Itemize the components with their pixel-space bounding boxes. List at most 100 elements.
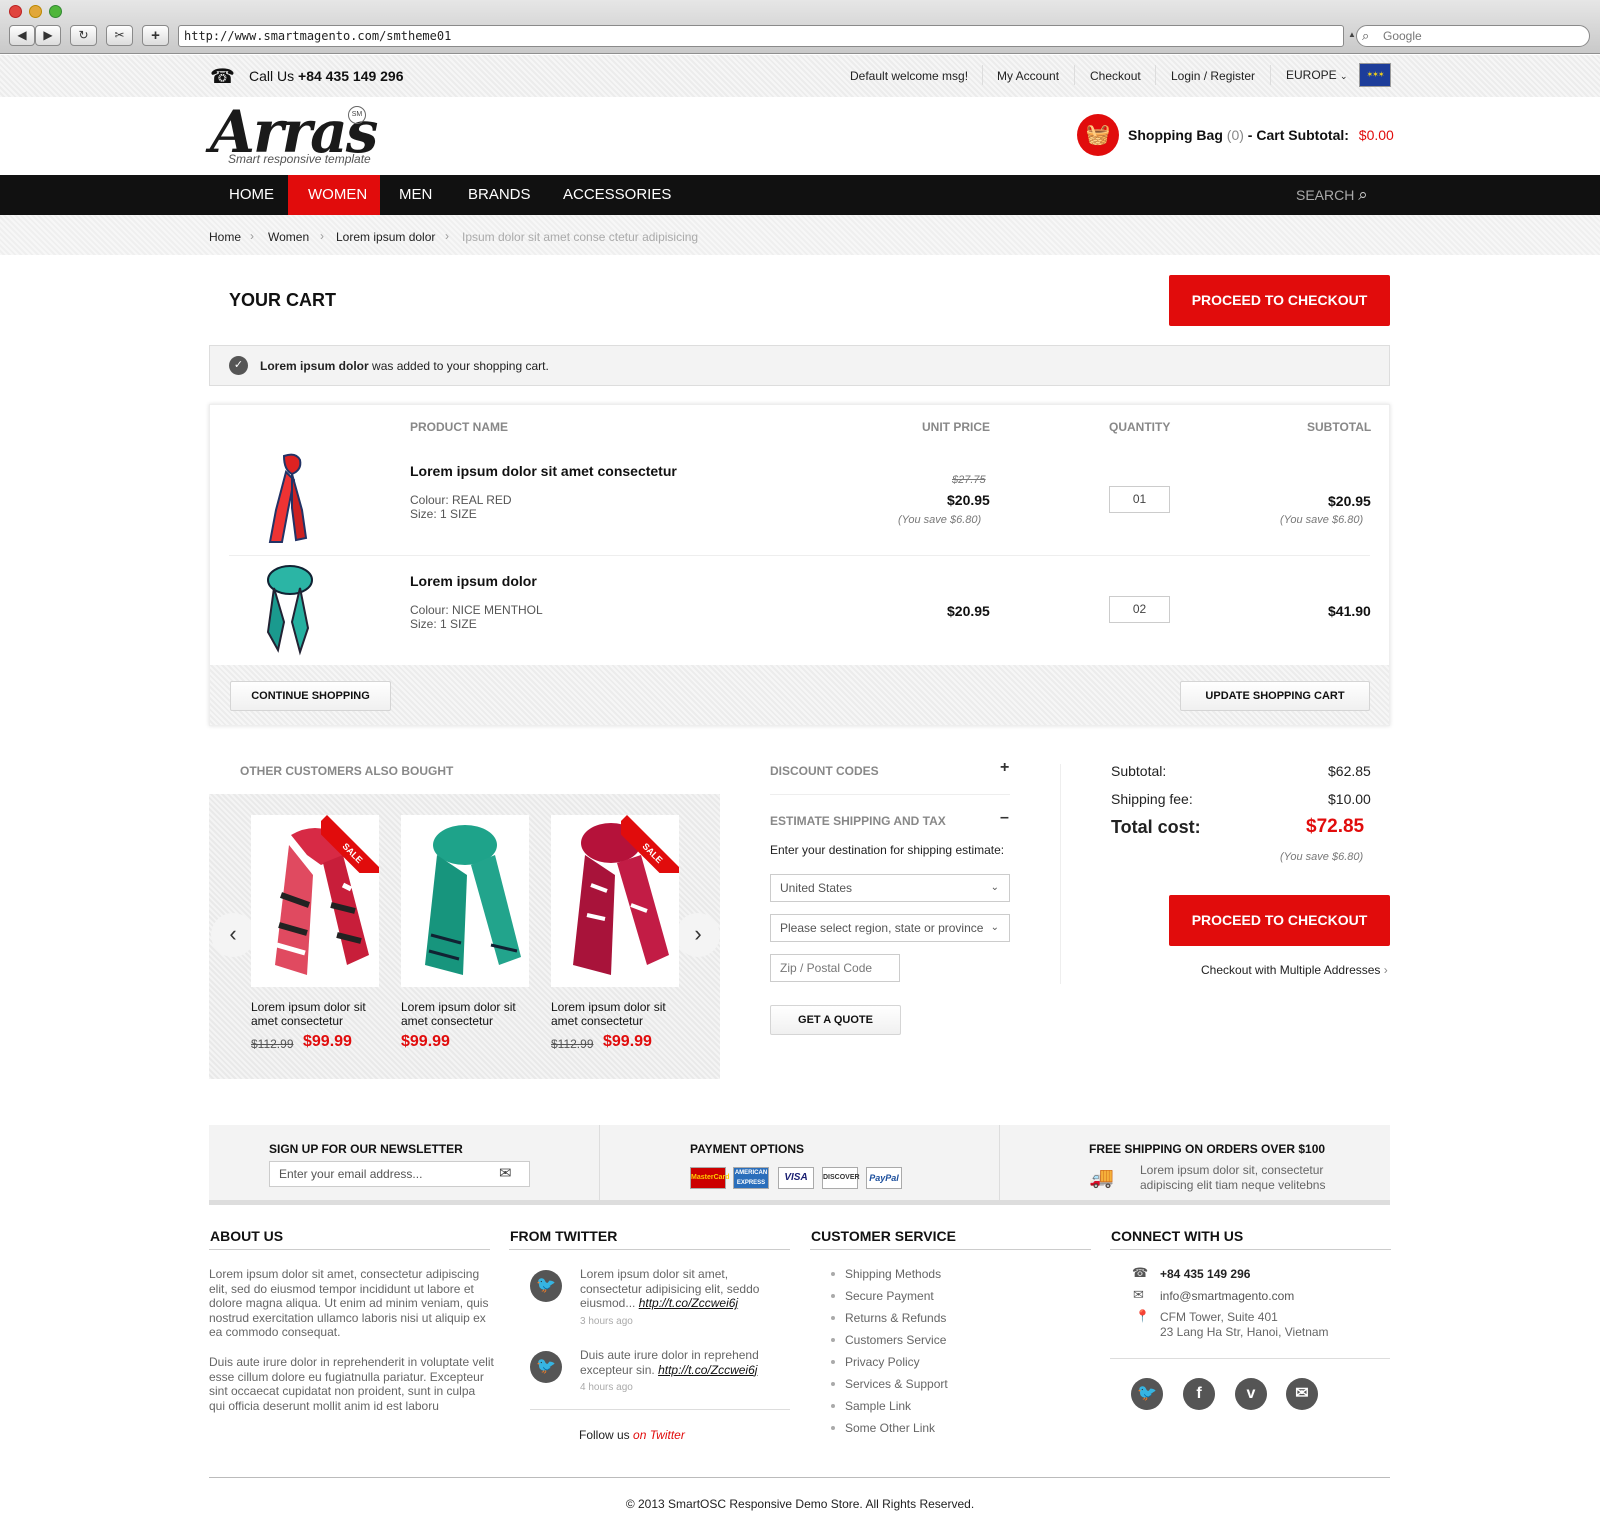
facebook-icon[interactable]: f <box>1183 1378 1215 1410</box>
about-title: ABOUT US <box>210 1228 284 1244</box>
reload-button[interactable]: ↻ <box>70 25 97 46</box>
forward-button[interactable]: ▶ <box>35 25 61 46</box>
newsletter-email-input[interactable]: Enter your email address... <box>269 1161 530 1187</box>
bullet <box>831 1404 835 1408</box>
twitter-icon[interactable]: 🐦 <box>1131 1378 1163 1410</box>
minus-icon[interactable]: – <box>1000 809 1009 827</box>
estimate-shipping-title[interactable]: ESTIMATE SHIPPING AND TAX <box>770 814 946 828</box>
minimize-window-button[interactable] <box>29 5 42 18</box>
proceed-to-checkout-button-bottom[interactable]: PROCEED TO CHECKOUT <box>1169 895 1390 946</box>
product-colour: Colour: NICE MENTHOL <box>410 603 543 617</box>
related-old-price: $112.99 <box>551 1037 594 1051</box>
cs-link-shipping[interactable]: Shipping Methods <box>845 1267 941 1281</box>
unit-price: $20.95 <box>947 603 990 619</box>
connect-email[interactable]: info@smartmagento.com <box>1160 1289 1294 1303</box>
cs-link-other[interactable]: Some Other Link <box>845 1421 935 1435</box>
eu-flag-icon[interactable]: ✶✶✶ <box>1359 63 1391 87</box>
divider <box>530 1409 790 1410</box>
discover-icon: DISCOVER <box>822 1167 860 1189</box>
row-divider <box>229 555 1370 556</box>
proceed-to-checkout-button[interactable]: PROCEED TO CHECKOUT <box>1169 275 1390 326</box>
region-select[interactable]: Please select region, state or province ⌄ <box>770 914 1010 942</box>
mail-icon[interactable]: ✉ <box>1286 1378 1318 1410</box>
product-name[interactable]: Lorem ipsum dolor <box>410 573 537 589</box>
free-shipping-text: Lorem ipsum dolor sit, consectetur adipis… <box>1140 1163 1326 1192</box>
login-register-link[interactable]: Login / Register <box>1171 69 1255 83</box>
zip-input[interactable]: Zip / Postal Code <box>770 954 900 982</box>
breadcrumb-category[interactable]: Lorem ipsum dolor <box>336 230 435 244</box>
related-product-name[interactable]: Lorem ipsum dolor sit amet consectetur <box>401 1000 531 1028</box>
chevron-right-icon: › <box>320 229 324 243</box>
tweet-link[interactable]: http://t.co/Zccwei6j <box>658 1363 757 1377</box>
region-selector[interactable]: EUROPE ⌄ <box>1286 68 1348 82</box>
tweet-time: 4 hours ago <box>580 1382 633 1393</box>
checkout-link[interactable]: Checkout <box>1090 69 1141 83</box>
breadcrumb-home[interactable]: Home <box>209 230 241 244</box>
cs-link-secure-payment[interactable]: Secure Payment <box>845 1289 934 1303</box>
plus-icon[interactable]: + <box>1000 759 1009 777</box>
back-button[interactable]: ◀ <box>9 25 35 46</box>
separator <box>982 65 983 85</box>
sale-ribbon: SALE <box>621 815 679 873</box>
separator <box>1155 65 1156 85</box>
quantity-input[interactable]: 02 <box>1109 596 1170 623</box>
cs-link-sample[interactable]: Sample Link <box>845 1399 911 1413</box>
close-window-button[interactable] <box>9 5 22 18</box>
cs-link-customer-service[interactable]: Customers Service <box>845 1333 946 1347</box>
quantity-input[interactable]: 01 <box>1109 486 1170 513</box>
discount-codes-title[interactable]: DISCOUNT CODES <box>770 764 879 778</box>
product-size: Size: 1 SIZE <box>410 507 477 521</box>
multiple-addresses-link[interactable]: Checkout with Multiple Addresses › <box>1201 963 1388 977</box>
my-account-link[interactable]: My Account <box>997 69 1059 83</box>
address-bar[interactable]: http://www.smartmagento.com/smtheme01 <box>178 25 1344 47</box>
chevron-right-icon: › <box>1383 963 1388 977</box>
divider <box>599 1125 600 1205</box>
free-shipping-title: FREE SHIPPING ON ORDERS OVER $100 <box>1089 1142 1326 1156</box>
breadcrumb-current: Ipsum dolor sit amet conse ctetur adipis… <box>462 230 699 244</box>
separator <box>1074 65 1075 85</box>
cs-link-returns[interactable]: Returns & Refunds <box>845 1311 946 1325</box>
nav-brands[interactable]: BRANDS <box>448 175 551 215</box>
envelope-icon[interactable]: ✉ <box>499 1164 512 1182</box>
related-price: $99.99 <box>401 1033 450 1050</box>
product-image-green-scarf[interactable] <box>260 562 320 656</box>
nav-accessories[interactable]: ACCESSORIES <box>543 175 691 215</box>
tweet-link[interactable]: http://t.co/Zccwei6j <box>639 1296 738 1310</box>
newsletter-title: SIGN UP FOR OUR NEWSLETTER <box>269 1142 463 1156</box>
divider <box>1110 1358 1390 1359</box>
chevron-left-icon[interactable]: ‹ <box>211 913 255 957</box>
product-image-red-scarf[interactable] <box>262 450 318 546</box>
breadcrumb-women[interactable]: Women <box>268 230 309 244</box>
follow-twitter-link[interactable]: on Twitter <box>633 1428 685 1442</box>
check-circle-icon: ✓ <box>229 356 248 375</box>
subtotal-label: Subtotal: <box>1111 763 1167 779</box>
chevron-right-icon[interactable]: › <box>676 913 720 957</box>
unit-save: (You save $6.80) <box>898 514 982 526</box>
mastercard-icon: MasterCard <box>690 1167 730 1189</box>
country-select[interactable]: United States ⌄ <box>770 874 1010 902</box>
continue-shopping-button[interactable]: CONTINUE SHOPPING <box>230 681 391 711</box>
get-a-quote-button[interactable]: GET A QUOTE <box>770 1005 901 1035</box>
vimeo-icon[interactable]: v <box>1235 1378 1267 1410</box>
shopping-basket-icon[interactable]: 🧺 <box>1077 114 1119 156</box>
nav-search[interactable]: SEARCH ⌕ <box>1296 175 1368 215</box>
related-product-image[interactable] <box>401 815 529 987</box>
chevron-down-icon: ⌄ <box>990 882 999 893</box>
zoom-window-button[interactable] <box>49 5 62 18</box>
new-tab-button[interactable]: + <box>142 25 169 46</box>
shopping-bag-summary[interactable]: Shopping Bag (0) - Cart Subtotal: $0.00 <box>1128 127 1394 143</box>
row-subtotal: $41.90 <box>1328 603 1371 619</box>
cs-link-support[interactable]: Services & Support <box>845 1377 948 1391</box>
total-cost-label: Total cost: <box>1111 817 1201 837</box>
nav-home[interactable]: HOME <box>209 175 294 215</box>
nav-men[interactable]: MEN <box>379 175 452 215</box>
cs-link-privacy[interactable]: Privacy Policy <box>845 1355 920 1369</box>
update-cart-button[interactable]: UPDATE SHOPPING CART <box>1180 681 1370 711</box>
product-name[interactable]: Lorem ipsum dolor sit amet consectetur <box>410 463 677 479</box>
related-product-name[interactable]: Lorem ipsum dolor sit amet consectetur <box>251 1000 381 1028</box>
nav-women[interactable]: WOMEN <box>288 175 380 215</box>
browser-search-input[interactable]: Google <box>1356 25 1590 47</box>
tweet-text: Lorem ipsum dolor sit amet, consectetur … <box>580 1267 760 1310</box>
snip-button[interactable]: ✂ <box>106 25 133 46</box>
related-product-name[interactable]: Lorem ipsum dolor sit amet consectetur <box>551 1000 681 1028</box>
